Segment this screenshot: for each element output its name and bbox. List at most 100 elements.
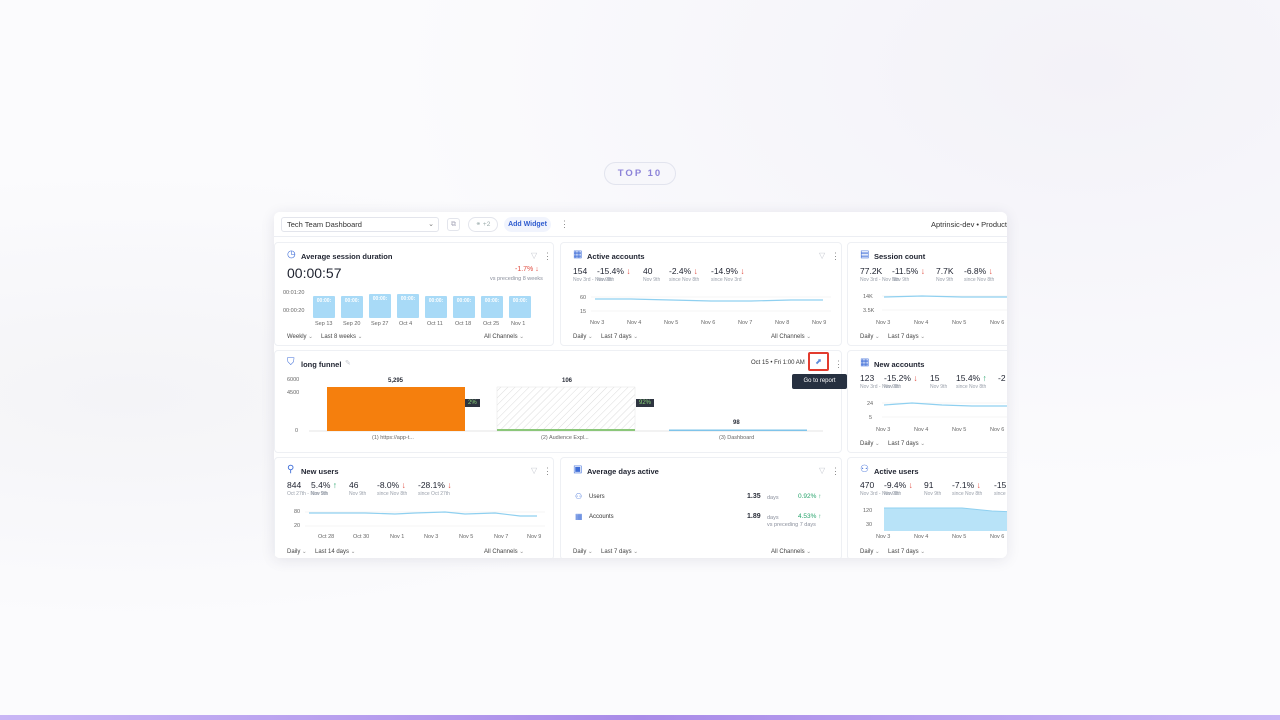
kpi-period-change: -15.since [994, 480, 1007, 497]
x-tick: Nov 3 [590, 320, 605, 326]
y-tick: 00:01:20 [283, 290, 305, 296]
x-tick: Nov 1 [390, 534, 405, 540]
funnel-step-converted [497, 429, 635, 431]
x-tick: Nov 5 [952, 320, 967, 326]
kpi-daily: 40 Nov 9th [643, 266, 661, 283]
copy-icon[interactable]: ⧉ [447, 218, 460, 231]
range-selector[interactable]: Last 8 weeks ⌄ [321, 334, 362, 340]
kpi-daily: 46 Nov 9th [349, 480, 367, 497]
funnel-step-bar[interactable] [327, 387, 465, 431]
more-options-icon[interactable]: ⋮ [560, 220, 569, 229]
calendar-icon: ▣ [573, 464, 583, 475]
filter-icon[interactable]: ▽ [819, 466, 825, 475]
range-selector[interactable]: Last 7 days ⌄ [888, 549, 925, 555]
range-selector[interactable]: Last 14 days ⌄ [315, 549, 355, 555]
interval-selector[interactable]: Daily ⌄ [860, 441, 880, 447]
y-tick: 5 [869, 415, 873, 421]
more-options-icon[interactable]: ⋮ [831, 467, 840, 476]
widget-new-users: ⚲ New users ▽ ⋮ 844 Oct 27th - Nov 9th 5.… [274, 457, 554, 558]
active-users-area-chart [884, 507, 1007, 531]
x-tick: Nov 7 [738, 320, 753, 326]
range-selector[interactable]: Last 7 days ⌄ [601, 334, 638, 340]
interval-selector[interactable]: Daily ⌄ [860, 549, 880, 555]
building-icon: ▦ [575, 512, 583, 521]
kpi-daily-change: -6.8% ↓ since Nov 8th [964, 266, 995, 283]
add-user-icon: ⚲ [287, 464, 295, 475]
kpi-daily-change: -7.1% ↓ since Nov 8th [952, 480, 983, 497]
channel-selector[interactable]: All Channels ⌄ [771, 549, 811, 555]
session-icon: ▤ [860, 249, 870, 260]
range-selector[interactable]: Last 7 days ⌄ [601, 549, 638, 555]
interval-selector[interactable]: Daily ⌄ [287, 549, 307, 555]
interval-selector[interactable]: Daily ⌄ [860, 334, 880, 340]
x-tick: Nov 3 [876, 534, 891, 540]
row-unit: days [767, 515, 779, 521]
row-label: Users [589, 494, 605, 500]
kpi-daily-change: 15.4% ↑ since Nov 8th [956, 373, 987, 390]
filter-icon[interactable]: ▽ [531, 251, 537, 260]
funnel-step-bar[interactable] [669, 429, 807, 432]
channel-selector[interactable]: All Channels ⌄ [484, 549, 524, 555]
filter-icon[interactable]: ▽ [531, 466, 537, 475]
kpi-period-change: -14.9% ↓ since Nov 3rd [711, 266, 745, 283]
funnel-step-label: (1) https://app-t... [372, 435, 414, 441]
funnel-step-value: 5,295 [388, 378, 404, 384]
new-users-line-chart [305, 511, 545, 527]
widget-title: New users [301, 467, 339, 476]
x-tick: Oct 11 [427, 321, 443, 327]
funnel-step-bar[interactable] [496, 386, 636, 432]
widget-title: Average days active [587, 467, 659, 476]
duration-bar: 00:00: [397, 294, 419, 318]
more-options-icon[interactable]: ⋮ [831, 252, 840, 261]
widget-session-count: ▤ Session count 77.2K Nov 3rd - Nov 9th -… [847, 242, 1007, 346]
chevron-down-icon: ⌄ [428, 221, 434, 228]
range-selector[interactable]: Last 7 days ⌄ [888, 441, 925, 447]
widget-active-users: ⚇ Active users 470 Nov 3rd - Nov 9th -9.4… [847, 457, 1007, 558]
funnel-step-label: (3) Dashboard [719, 435, 755, 441]
interval-selector[interactable]: Daily ⌄ [573, 334, 593, 340]
x-tick: Nov 6 [701, 320, 716, 326]
widget-new-accounts: ▦ New accounts 123 Nov 3rd - Nov 9th -15.… [847, 350, 1007, 453]
x-tick: Nov 6 [990, 534, 1005, 540]
row-unit: days [767, 495, 779, 501]
add-widget-button[interactable]: Add Widget [504, 217, 551, 232]
more-options-icon[interactable]: ⋮ [543, 467, 552, 476]
x-tick: Oct 25 [483, 321, 500, 327]
widget-title: Average session duration [301, 252, 393, 261]
channel-selector[interactable]: All Channels ⌄ [484, 334, 524, 340]
x-tick: Nov 3 [424, 534, 439, 540]
filter-icon[interactable]: ▽ [819, 251, 825, 260]
range-selector[interactable]: Last 7 days ⌄ [888, 334, 925, 340]
kpi-period-change: -28.1% ↓ since Oct 27th [418, 480, 452, 497]
user-icon: ⚇ [860, 464, 869, 475]
channel-selector[interactable]: All Channels ⌄ [771, 334, 811, 340]
x-tick: Sep 20 [343, 321, 361, 327]
x-tick: Oct 18 [455, 321, 472, 327]
kpi-change: 5.4% ↑ Nov 9th [311, 480, 337, 497]
interval-selector[interactable]: Daily ⌄ [573, 549, 593, 555]
share-count: +2 [482, 221, 491, 228]
building-icon: ▦ [860, 357, 870, 368]
new-accounts-line-chart [882, 402, 1007, 418]
widget-active-accounts: ▦ Active accounts ▽ ⋮ 154 Nov 3rd - Nov 9… [560, 242, 842, 346]
funnel-step-value: 98 [733, 420, 740, 426]
top-10-badge: TOP 10 [604, 162, 676, 185]
x-tick: Oct 30 [353, 534, 370, 540]
share-button[interactable]: ⚭ +2 [468, 217, 498, 232]
x-tick: Sep 27 [371, 321, 389, 327]
x-tick: Oct 4 [399, 321, 413, 327]
duration-bar: 00:00: [341, 296, 363, 318]
kpi-change: -9.4% ↓ Nov 9th [884, 480, 913, 497]
x-tick: Nov 5 [664, 320, 679, 326]
x-tick: Nov 6 [990, 320, 1005, 326]
y-tick: 15 [580, 309, 587, 315]
x-tick: Nov 6 [990, 427, 1005, 433]
session-count-line-chart [882, 295, 1007, 311]
interval-selector[interactable]: Weekly ⌄ [287, 334, 313, 340]
dashboard-selector[interactable]: Tech Team Dashboard ⌄ [281, 217, 439, 232]
x-tick: Nov 9 [812, 320, 827, 326]
go-to-report-icon[interactable]: ⬈ [808, 352, 829, 371]
y-tick: 60 [580, 295, 587, 301]
more-options-icon[interactable]: ⋮ [543, 252, 552, 261]
x-tick: Nov 5 [952, 534, 967, 540]
